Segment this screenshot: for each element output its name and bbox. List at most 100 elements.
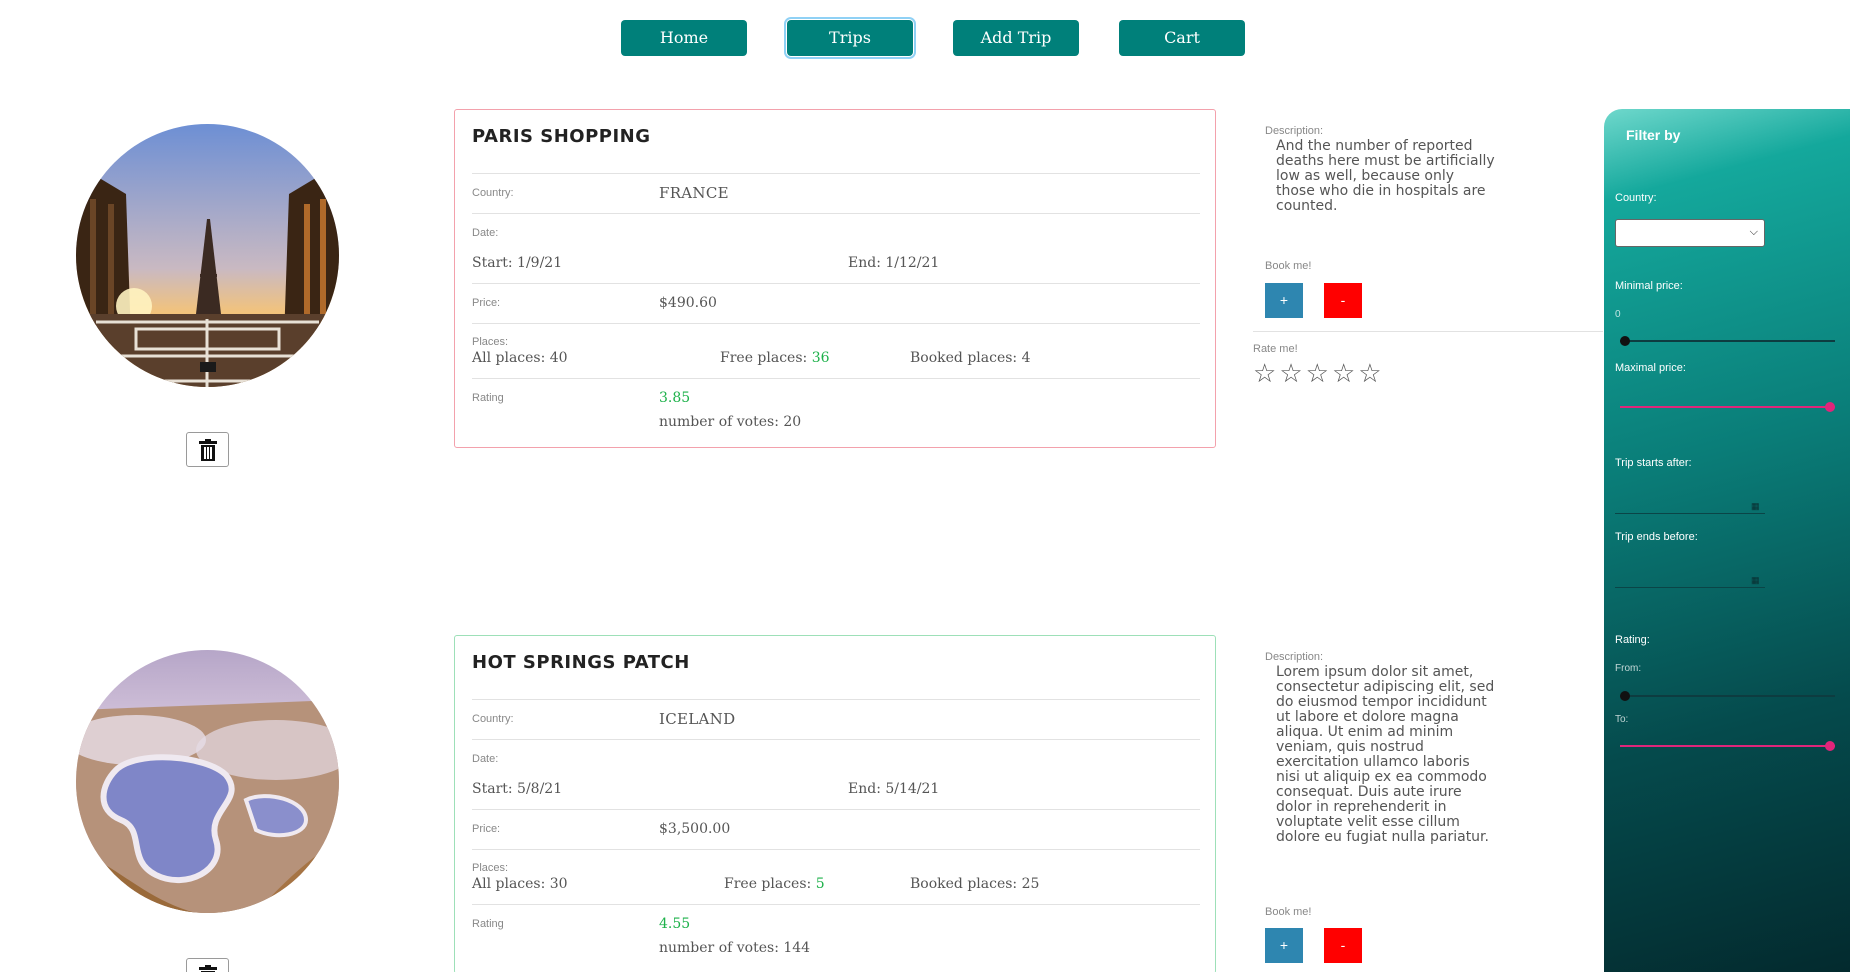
places-label: Places:	[472, 336, 509, 348]
trip-title: PARIS SHOPPING	[472, 126, 651, 147]
divider	[472, 283, 1200, 284]
star-rating: ☆ ☆ ☆ ☆ ☆	[1253, 358, 1382, 388]
price-label: Price:	[472, 297, 501, 309]
rate-label: Rate me!	[1253, 343, 1298, 355]
divider	[472, 323, 1200, 324]
add-booking-button[interactable]: +	[1265, 928, 1303, 963]
price-value: $3,500.00	[659, 821, 731, 837]
divider	[472, 699, 1200, 700]
calendar-icon[interactable]: ▦	[1751, 575, 1760, 586]
end-before-label: Trip ends before:	[1615, 531, 1698, 543]
trip-card: HOT SPRINGS PATCH Country: ICELAND Date:…	[454, 635, 1216, 972]
remove-booking-button[interactable]: -	[1324, 928, 1362, 963]
chevron-down-icon: ⌵	[1749, 226, 1758, 238]
rating-to-slider[interactable]	[1620, 741, 1835, 751]
delete-trip-button[interactable]	[186, 958, 229, 972]
all-places: All places: 30	[472, 876, 568, 892]
free-places-count: 36	[811, 350, 830, 366]
price-label: Price:	[472, 823, 501, 835]
price-value: $490.60	[659, 295, 717, 311]
trash-icon	[198, 964, 217, 972]
star-icon[interactable]: ☆	[1279, 358, 1302, 388]
nav-trips-button[interactable]: Trips	[784, 17, 916, 59]
free-places-label: Free places:	[720, 350, 808, 366]
star-icon[interactable]: ☆	[1332, 358, 1355, 388]
max-price-label: Maximal price:	[1615, 362, 1686, 374]
divider	[472, 173, 1200, 174]
divider	[1253, 331, 1603, 332]
divider	[472, 378, 1200, 379]
star-icon[interactable]: ☆	[1306, 358, 1329, 388]
end-before-input[interactable]	[1615, 587, 1765, 588]
date-label: Date:	[472, 227, 499, 239]
filter-title: Filter by	[1626, 127, 1681, 143]
min-price-slider[interactable]	[1620, 336, 1835, 346]
country-value: FRANCE	[659, 184, 729, 202]
start-date: Start: 1/9/21	[472, 255, 563, 271]
start-date: Start: 5/8/21	[472, 781, 563, 797]
trip-photo-paris	[76, 124, 339, 387]
rating-from-slider[interactable]	[1620, 691, 1835, 701]
country-filter-label: Country:	[1615, 192, 1657, 204]
rating-filter-label: Rating:	[1615, 634, 1650, 646]
max-price-slider[interactable]	[1620, 402, 1835, 412]
min-price-value: 0	[1615, 309, 1621, 320]
country-label: Country:	[472, 713, 514, 725]
filter-panel: Filter by Country: ⌵ Minimal price: 0 Ma…	[1604, 109, 1850, 972]
slider-thumb[interactable]	[1825, 402, 1835, 412]
rating-value: 4.55	[659, 916, 691, 932]
free-places-label: Free places:	[724, 876, 812, 892]
free-places: Free places: 5	[724, 876, 825, 892]
trip-card: PARIS SHOPPING Country: FRANCE Date: Sta…	[454, 109, 1216, 448]
rating-label: Rating	[472, 392, 504, 404]
nav-add-trip-button[interactable]: Add Trip	[953, 20, 1079, 56]
book-label: Book me!	[1265, 260, 1312, 272]
divider	[472, 849, 1200, 850]
star-icon[interactable]: ☆	[1358, 358, 1381, 388]
divider	[472, 739, 1200, 740]
top-nav: Home Trips Add Trip Cart	[0, 17, 1850, 59]
rating-from-label: From:	[1615, 663, 1642, 674]
booked-places: Booked places: 4	[910, 350, 1031, 366]
slider-thumb[interactable]	[1825, 741, 1835, 751]
trip-title: HOT SPRINGS PATCH	[472, 652, 690, 673]
slider-thumb[interactable]	[1620, 691, 1630, 701]
places-label: Places:	[472, 862, 509, 874]
divider	[472, 809, 1200, 810]
nav-home-button[interactable]: Home	[621, 20, 747, 56]
start-after-input[interactable]	[1615, 513, 1765, 514]
description-text: And the number of reported deaths here m…	[1276, 138, 1495, 214]
add-booking-button[interactable]: +	[1265, 283, 1303, 318]
remove-booking-button[interactable]: -	[1324, 283, 1362, 318]
booked-places: Booked places: 25	[910, 876, 1040, 892]
rating-label: Rating	[472, 918, 504, 930]
divider	[472, 904, 1200, 905]
free-places-count: 5	[815, 876, 825, 892]
votes-count: number of votes: 20	[659, 414, 802, 430]
trash-icon	[198, 438, 217, 461]
description-label: Description:	[1265, 125, 1324, 137]
country-label: Country:	[472, 187, 514, 199]
divider	[472, 213, 1200, 214]
description-text: Lorem ipsum dolor sit amet, consectetur …	[1276, 664, 1495, 845]
country-value: ICELAND	[659, 710, 736, 728]
date-label: Date:	[472, 753, 499, 765]
book-label: Book me!	[1265, 906, 1312, 918]
description-label: Description:	[1265, 651, 1324, 663]
calendar-icon[interactable]: ▦	[1751, 501, 1760, 512]
rating-value: 3.85	[659, 390, 691, 406]
delete-trip-button[interactable]	[186, 432, 229, 467]
star-icon[interactable]: ☆	[1253, 358, 1276, 388]
start-after-label: Trip starts after:	[1615, 457, 1692, 469]
end-date: End: 1/12/21	[848, 255, 940, 271]
nav-cart-button[interactable]: Cart	[1119, 20, 1245, 56]
all-places: All places: 40	[472, 350, 568, 366]
free-places: Free places: 36	[720, 350, 830, 366]
trip-photo-hot-springs	[76, 650, 339, 913]
end-date: End: 5/14/21	[848, 781, 940, 797]
votes-count: number of votes: 144	[659, 940, 811, 956]
slider-thumb[interactable]	[1620, 336, 1630, 346]
rating-to-label: To:	[1615, 714, 1629, 725]
min-price-label: Minimal price:	[1615, 280, 1683, 292]
country-select[interactable]: ⌵	[1615, 219, 1765, 247]
